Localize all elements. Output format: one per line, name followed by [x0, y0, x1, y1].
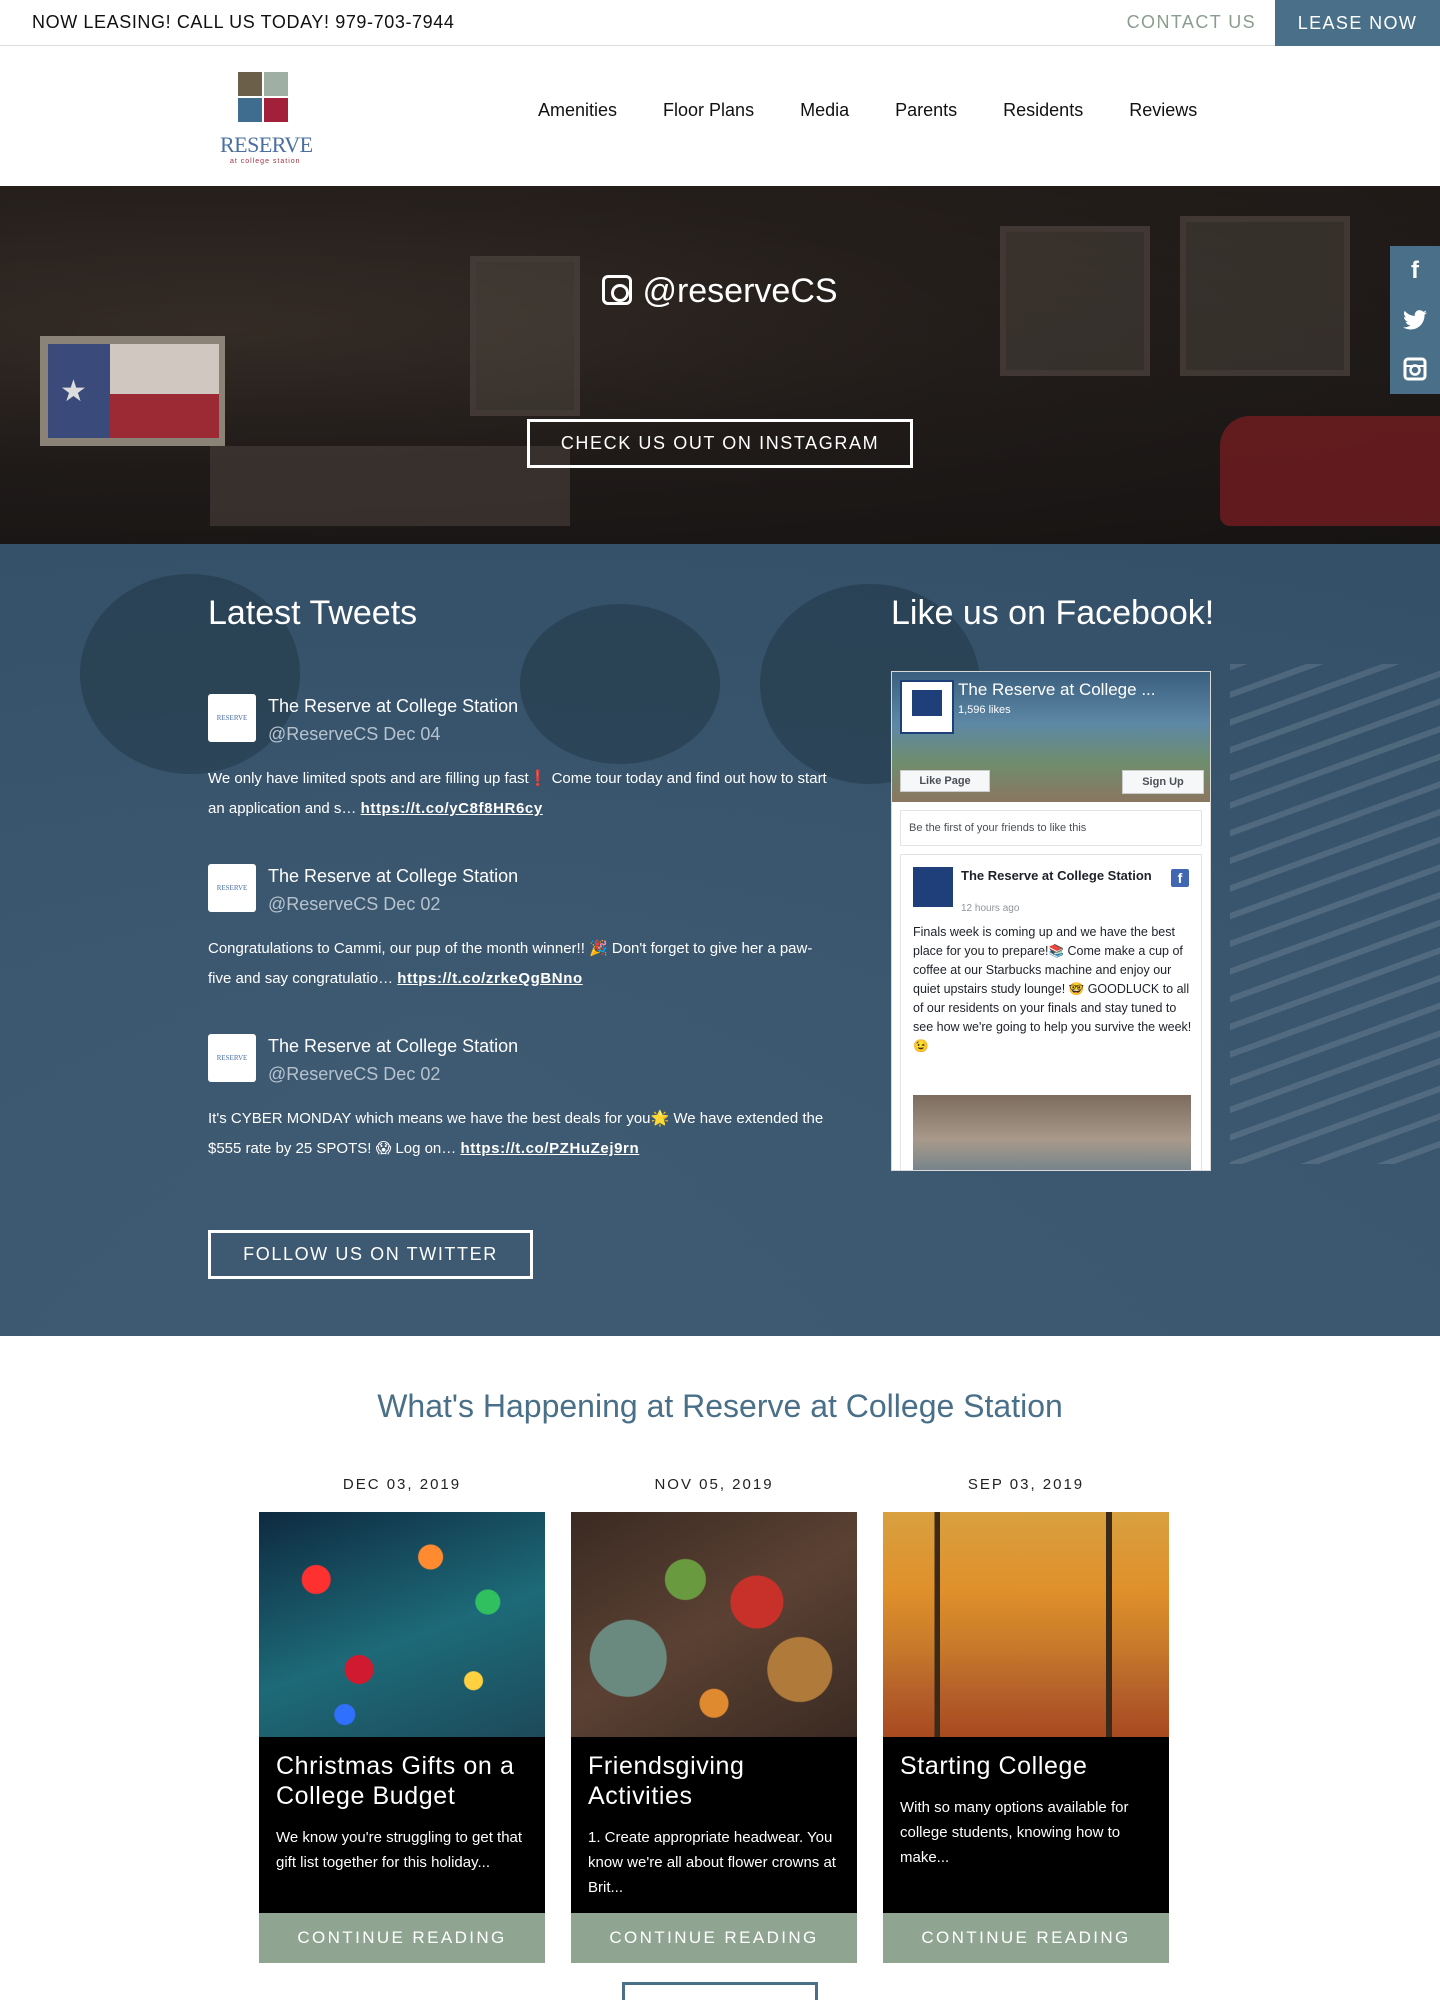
- background-table: [210, 446, 570, 526]
- contact-us-link[interactable]: CONTACT US: [1127, 12, 1256, 33]
- instagram-handle-text: @reserveCS: [642, 272, 838, 310]
- instagram-button[interactable]: CHECK US OUT ON INSTAGRAM: [527, 419, 913, 468]
- continue-reading-button[interactable]: CONTINUE READING: [883, 1913, 1169, 1963]
- facebook-title: Like us on Facebook!: [891, 594, 1215, 632]
- blog-card: DEC 03, 2019 Christmas Gifts on a Colleg…: [259, 1476, 545, 1963]
- facebook-page-name[interactable]: The Reserve at College ...: [958, 680, 1155, 700]
- top-bar: NOW LEASING! CALL US TODAY! 979-703-7944…: [0, 0, 1440, 46]
- nav-item-amenities[interactable]: Amenities: [538, 100, 617, 121]
- facebook-friends-text: Be the first of your friends to like thi…: [900, 810, 1202, 846]
- facebook-post: The Reserve at College Station 12 hours …: [900, 854, 1202, 1170]
- follow-twitter-button[interactable]: FOLLOW US ON TWITTER: [208, 1230, 533, 1279]
- tweet-avatar[interactable]: RESERVE: [208, 864, 256, 912]
- blog-card-title[interactable]: Christmas Gifts on a College Budget: [276, 1751, 528, 1811]
- tweet-item: RESERVE The Reserve at College Station @…: [208, 694, 828, 824]
- blog-card-title[interactable]: Friendsgiving Activities: [588, 1751, 840, 1811]
- tweet-handle-date: @ReserveCS Dec 02: [268, 1064, 441, 1084]
- tweet-text: It's CYBER MONDAY which means we have th…: [208, 1110, 824, 1157]
- facebook-post-text: Finals week is coming up and we have the…: [913, 925, 1192, 1053]
- tweet-link[interactable]: https://t.co/zrkeQgBNno: [397, 970, 582, 987]
- blog-card-body: Starting College With so many options av…: [883, 1737, 1169, 1913]
- nav-item-parents[interactable]: Parents: [895, 100, 957, 121]
- blog-section: What's Happening at Reserve at College S…: [0, 1336, 1440, 2000]
- texas-flag-image: ★: [40, 336, 225, 446]
- instagram-hero: ★ @reserveCS CHECK US OUT ON INSTAGRAM: [0, 186, 1440, 544]
- facebook-page-logo[interactable]: [900, 680, 954, 734]
- lease-now-button[interactable]: LEASE NOW: [1275, 0, 1440, 46]
- tweet-avatar[interactable]: RESERVE: [208, 694, 256, 742]
- blog-card-excerpt: With so many options available for colle…: [900, 1799, 1129, 1866]
- tweet-text: Congratulations to Cammi, our pup of the…: [208, 940, 813, 987]
- blog-card-body: Friendsgiving Activities 1. Create appro…: [571, 1737, 857, 1913]
- logo-square: [238, 72, 262, 96]
- logo-subtitle: at college station: [230, 158, 301, 165]
- continue-reading-button[interactable]: CONTINUE READING: [571, 1913, 857, 1963]
- facebook-like-count: 1,596 likes: [958, 704, 1011, 716]
- logo-square: [264, 72, 288, 96]
- nav-item-reviews[interactable]: Reviews: [1129, 100, 1197, 121]
- blog-card-date: SEP 03, 2019: [967, 1476, 1085, 1493]
- facebook-logo-icon[interactable]: f: [1171, 869, 1189, 887]
- tweet-author[interactable]: The Reserve at College Station: [268, 1036, 518, 1057]
- tweet-author[interactable]: The Reserve at College Station: [268, 866, 518, 887]
- latest-tweets-title: Latest Tweets: [208, 594, 418, 632]
- facebook-page-widget: The Reserve at College ... 1,596 likes L…: [891, 671, 1211, 1171]
- friendsgiving-table-image[interactable]: [571, 1512, 857, 1737]
- autumn-path-image[interactable]: [883, 1512, 1169, 1737]
- background-stairs: [1230, 664, 1440, 1164]
- facebook-post-avatar[interactable]: [913, 867, 953, 907]
- main-nav: Amenities Floor Plans Media Parents Resi…: [538, 100, 1243, 121]
- christmas-lights-image[interactable]: [259, 1512, 545, 1737]
- facebook-post-image[interactable]: [913, 1095, 1191, 1170]
- instagram-icon: [602, 275, 633, 305]
- social-sidebar: f: [1390, 246, 1440, 394]
- tweet-link[interactable]: https://t.co/PZHuZej9rn: [460, 1140, 639, 1157]
- facebook-cover-photo[interactable]: The Reserve at College ... 1,596 likes L…: [892, 672, 1210, 802]
- blog-card-body: Christmas Gifts on a College Budget We k…: [259, 1737, 545, 1913]
- blog-section-title: What's Happening at Reserve at College S…: [377, 1388, 1063, 1424]
- tweet-link[interactable]: https://t.co/yC8f8HR6cy: [361, 800, 543, 817]
- facebook-sign-up-button[interactable]: Sign Up: [1122, 770, 1204, 794]
- blog-card-excerpt: We know you're struggling to get that gi…: [276, 1829, 523, 1871]
- nav-item-media[interactable]: Media: [800, 100, 849, 121]
- tweet-item: RESERVE The Reserve at College Station @…: [208, 864, 828, 994]
- social-feeds-section: Latest Tweets Like us on Facebook! RESER…: [0, 544, 1440, 1336]
- tweet-avatar[interactable]: RESERVE: [208, 1034, 256, 1082]
- facebook-post-time[interactable]: 12 hours ago: [961, 903, 1019, 914]
- logo-square: [238, 98, 262, 122]
- blog-card-excerpt: 1. Create appropriate headwear. You know…: [588, 1829, 836, 1896]
- tweet-author[interactable]: The Reserve at College Station: [268, 696, 518, 717]
- tweet-handle-date: @ReserveCS Dec 02: [268, 894, 441, 914]
- site-logo[interactable]: RESERVE at college station: [220, 72, 313, 168]
- instagram-icon[interactable]: [1390, 344, 1440, 393]
- leasing-phone-text[interactable]: NOW LEASING! CALL US TODAY! 979-703-7944: [32, 12, 455, 33]
- background-sofa: [1220, 416, 1440, 526]
- view-all-posts-button[interactable]: [622, 1982, 818, 2000]
- facebook-like-page-button[interactable]: Like Page: [900, 770, 990, 792]
- blog-card-date: DEC 03, 2019: [342, 1476, 462, 1493]
- facebook-icon[interactable]: f: [1390, 246, 1440, 295]
- nav-item-residents[interactable]: Residents: [1003, 100, 1083, 121]
- blog-card: NOV 05, 2019 Friendsgiving Activities 1.…: [571, 1476, 857, 1963]
- twitter-icon[interactable]: [1390, 295, 1440, 344]
- instagram-handle: @reserveCS: [0, 272, 1440, 311]
- logo-square: [264, 98, 288, 122]
- site-header: RESERVE at college station Amenities Flo…: [0, 46, 1440, 186]
- blog-card-title[interactable]: Starting College: [900, 1751, 1152, 1781]
- blog-card-date: NOV 05, 2019: [654, 1476, 774, 1493]
- tweet-text: We only have limited spots and are filli…: [208, 770, 827, 817]
- nav-item-floor-plans[interactable]: Floor Plans: [663, 100, 754, 121]
- logo-wordmark: RESERVE: [220, 132, 313, 157]
- blog-card: SEP 03, 2019 Starting College With so ma…: [883, 1476, 1169, 1963]
- tweet-handle-date: @ReserveCS Dec 04: [268, 724, 441, 744]
- facebook-post-author[interactable]: The Reserve at College Station: [961, 867, 1161, 884]
- continue-reading-button[interactable]: CONTINUE READING: [259, 1913, 545, 1963]
- tweet-item: RESERVE The Reserve at College Station @…: [208, 1034, 828, 1164]
